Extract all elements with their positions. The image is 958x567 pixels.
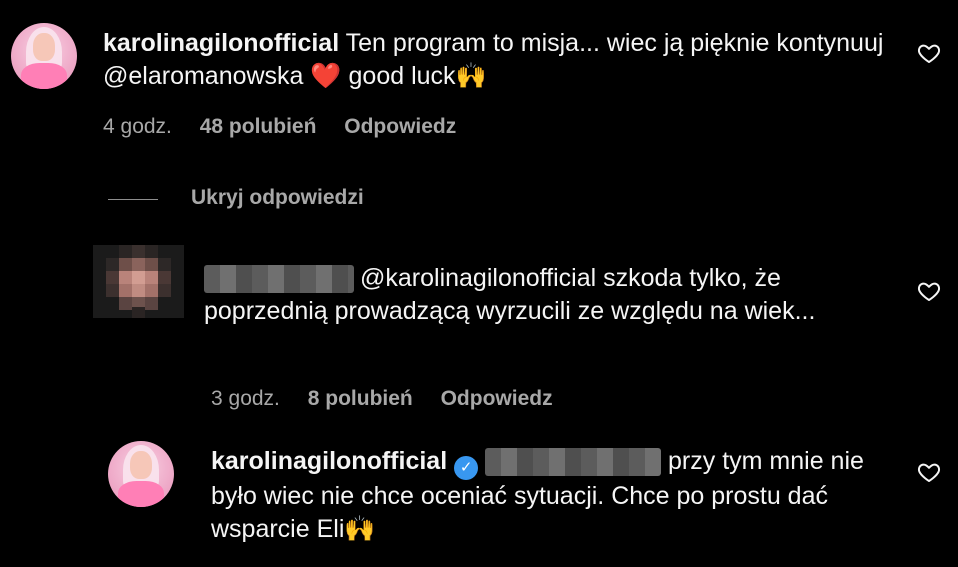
comment-meta: 4 godz. 48 polubień Odpowiedz	[103, 115, 456, 139]
comment-likes[interactable]: 48 polubień	[200, 115, 317, 138]
avatar-face	[33, 33, 55, 61]
avatar[interactable]	[93, 245, 184, 318]
reply-meta: 3 godz. 8 polubień Odpowiedz	[211, 387, 553, 411]
verified-badge-icon: ✓	[454, 456, 479, 480]
reply-body: @karolinagilonofficial szkoda tylko, że …	[204, 262, 864, 328]
hide-replies-divider	[108, 199, 158, 200]
raised-hands-emoji: 🙌	[455, 62, 487, 90]
raised-hands-emoji: 🙌	[344, 515, 376, 543]
comment-time: 4 godz.	[103, 115, 172, 138]
avatar[interactable]	[11, 23, 77, 89]
censored-username	[204, 265, 354, 294]
avatar-face	[130, 451, 152, 479]
censored-mention	[485, 448, 662, 477]
reply-likes[interactable]: 8 polubień	[308, 387, 413, 410]
avatar-body	[118, 481, 164, 507]
like-heart-icon[interactable]	[916, 41, 942, 65]
avatar-body	[21, 63, 67, 89]
comment-username[interactable]: karolinagilonofficial	[103, 29, 339, 57]
comment-body: karolinagilonofficial Ten program to mis…	[103, 27, 893, 93]
avatar[interactable]	[108, 441, 174, 507]
reply-button[interactable]: Odpowiedz	[441, 387, 553, 410]
reply-button[interactable]: Odpowiedz	[344, 115, 456, 138]
reply-username[interactable]: karolinagilonofficial	[211, 447, 447, 475]
hide-replies-button[interactable]: Ukryj odpowiedzi	[191, 186, 364, 210]
reply-time: 3 godz.	[211, 387, 280, 410]
comment-text-end: good luck	[348, 62, 456, 90]
like-heart-icon[interactable]	[916, 279, 942, 303]
red-heart-emoji: ❤️	[310, 62, 342, 90]
like-heart-icon[interactable]	[916, 460, 942, 484]
reply-body: karolinagilonofficial ✓ przy tym mnie ni…	[211, 445, 881, 546]
